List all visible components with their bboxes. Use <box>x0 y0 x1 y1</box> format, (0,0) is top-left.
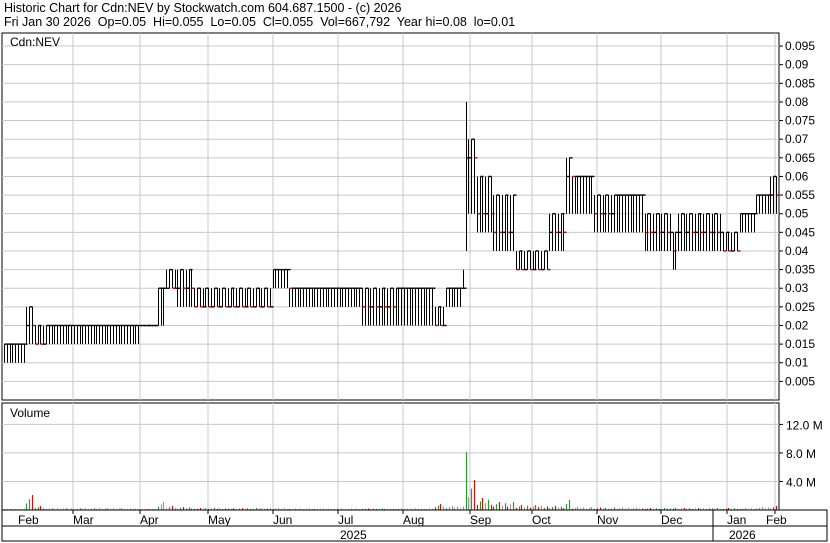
symbol-label: Cdn:NEV <box>10 35 60 49</box>
month-label: Dec <box>661 513 682 527</box>
month-label: Mar <box>73 513 94 527</box>
price-tick-label: 0.015 <box>785 337 815 351</box>
month-label: Jun <box>273 513 292 527</box>
price-tick-label: 0.045 <box>785 225 815 239</box>
price-tick-label: 0.025 <box>785 300 815 314</box>
month-label: May <box>208 513 231 527</box>
month-label: Sep <box>470 513 492 527</box>
volume-tick-label: 4.0 M <box>786 475 816 489</box>
volume-panel-frame <box>1 402 780 511</box>
price-tick-label: 0.075 <box>785 114 815 128</box>
year-label: 2025 <box>340 528 367 542</box>
price-tick-label: 0.08 <box>785 95 809 109</box>
month-label: Aug <box>403 513 424 527</box>
price-tick-label: 0.01 <box>785 356 809 370</box>
month-label: Oct <box>532 513 551 527</box>
price-tick-label: 0.005 <box>785 374 815 388</box>
price-panel-frame <box>1 32 780 401</box>
price-tick-label: 0.07 <box>785 132 809 146</box>
month-label: Feb <box>18 513 39 527</box>
volume-label: Volume <box>10 406 50 420</box>
price-tick-label: 0.02 <box>785 318 809 332</box>
month-label: Nov <box>597 513 618 527</box>
price-tick-label: 0.09 <box>785 58 809 72</box>
price-tick-label: 0.055 <box>785 188 815 202</box>
price-tick-label: 0.03 <box>785 281 809 295</box>
price-tick-label: 0.035 <box>785 263 815 277</box>
volume-tick-label: 12.0 M <box>786 418 823 432</box>
month-label: Apr <box>140 513 159 527</box>
price-tick-label: 0.05 <box>785 207 809 221</box>
month-label: Jan <box>727 513 746 527</box>
month-label: Feb <box>766 513 787 527</box>
year-label: 2026 <box>729 528 756 542</box>
volume-tick-label: 8.0 M <box>786 447 816 461</box>
month-label: Jul <box>338 513 353 527</box>
time-axis: Feb Mar Apr May Jun Jul Aug Sep Oct Nov Dec Jan Feb 2… <box>1 509 828 542</box>
price-panel: 0.005 0.01 0.015 0.02 0.025 0.03 0.035 0.04 0.04… <box>1 32 815 401</box>
price-tick-label: 0.04 <box>785 244 809 258</box>
volume-panel: 4.0 M 8.0 M 12.0 M <box>1 402 823 511</box>
price-tick-label: 0.06 <box>785 169 809 183</box>
stock-chart: 0.005 0.01 0.015 0.02 0.025 0.03 0.035 0.04 0.04… <box>1 32 828 542</box>
price-tick-label: 0.085 <box>785 76 815 90</box>
price-tick-label: 0.065 <box>785 151 815 165</box>
price-tick-label: 0.095 <box>785 39 815 53</box>
